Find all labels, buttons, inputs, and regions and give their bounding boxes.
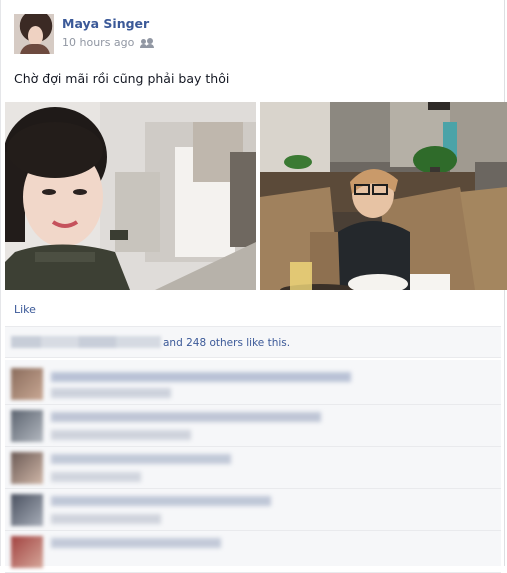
comments-list — [5, 360, 501, 573]
post-status-text: Chờ đợi mãi rồi cũng phải bay thôi — [14, 71, 230, 86]
likes-summary: and 248 others like this. — [5, 326, 501, 358]
likes-count-text[interactable]: and 248 others like this. — [163, 337, 290, 349]
like-link[interactable]: Like — [14, 303, 36, 316]
comment-text — [51, 496, 271, 506]
comment-item — [5, 532, 501, 573]
avatar-face — [28, 26, 43, 46]
comment-text — [51, 372, 351, 382]
author-avatar[interactable] — [14, 14, 54, 54]
comment-avatar[interactable] — [11, 410, 43, 442]
selfie-photo[interactable] — [5, 102, 256, 290]
comment-text — [51, 454, 231, 464]
post-timestamp[interactable]: 10 hours ago — [62, 36, 134, 49]
feed-post: Maya Singer 10 hours ago Chờ đợi mãi rồi… — [0, 0, 507, 573]
comment-avatar[interactable] — [11, 536, 43, 568]
comment-text — [51, 412, 321, 422]
post-meta: 10 hours ago — [62, 36, 155, 49]
selfie-photo-image — [5, 102, 256, 290]
blurred-like-names — [11, 336, 161, 348]
comment-item — [5, 448, 501, 489]
post-actions: Like — [14, 303, 36, 316]
comment-meta — [51, 514, 161, 524]
likes-others-text: and 248 others like this. — [163, 337, 291, 349]
comment-avatar[interactable] — [11, 452, 43, 484]
restaurant-photo-image — [260, 102, 507, 290]
comment-item — [5, 364, 501, 405]
comment-meta — [51, 388, 171, 398]
comment-meta — [51, 430, 191, 440]
comment-text — [51, 538, 221, 548]
friends-icon[interactable] — [140, 37, 155, 48]
comment-item — [5, 406, 501, 447]
comment-avatar[interactable] — [11, 494, 43, 526]
comment-meta — [51, 472, 141, 482]
restaurant-photo[interactable] — [260, 102, 507, 290]
comment-item — [5, 490, 501, 531]
comment-avatar[interactable] — [11, 368, 43, 400]
author-name[interactable]: Maya Singer — [62, 16, 149, 31]
